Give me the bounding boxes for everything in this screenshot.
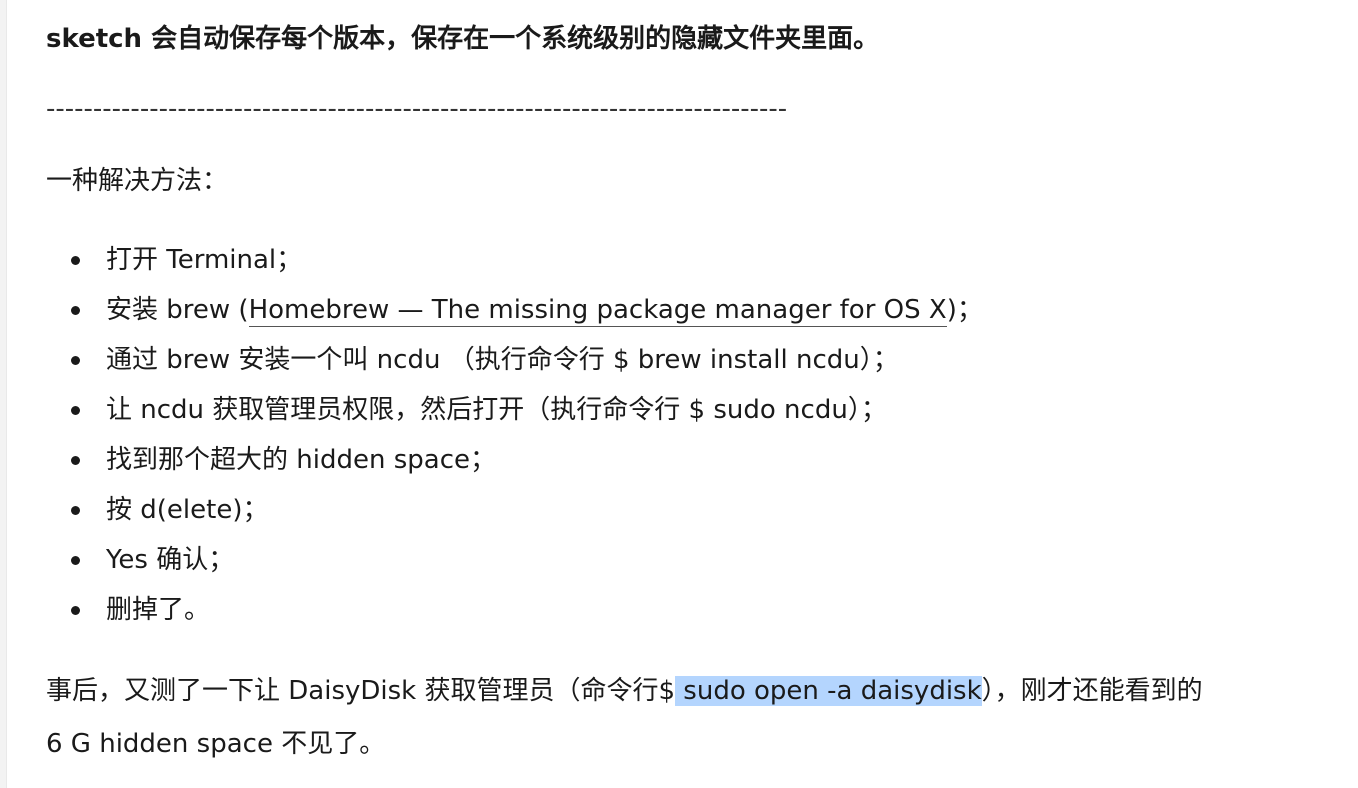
homebrew-link[interactable]: Homebrew — The missing package manager f… xyxy=(248,295,947,327)
followup-line-1: 事后，又测了一下让 DaisyDisk 获取管理员（命令行$ sudo open… xyxy=(46,665,1346,718)
bullet-icon xyxy=(71,256,80,265)
step-text-after: )； xyxy=(946,295,983,325)
bullet-icon xyxy=(71,606,80,615)
dashed-divider: ----------------------------------------… xyxy=(46,94,788,124)
list-item: 安装 brew (Homebrew — The missing package … xyxy=(46,285,983,335)
bullet-icon xyxy=(71,306,80,315)
selected-command-text[interactable]: sudo open -a daisydisk xyxy=(675,676,982,706)
step-text: Yes 确认； xyxy=(106,545,235,575)
list-item: Yes 确认； xyxy=(46,535,983,585)
step-text: 按 d(elete)； xyxy=(106,495,269,525)
left-margin-bar xyxy=(0,0,7,788)
list-item: 让 ncdu 获取管理员权限，然后打开（执行命令行 $ sudo ncdu）； xyxy=(46,385,983,435)
step-text-before: 安装 brew ( xyxy=(106,295,249,325)
followup-line-2: 6 G hidden space 不见了。 xyxy=(46,729,386,759)
step-text: 删掉了。 xyxy=(106,595,211,625)
bullet-icon xyxy=(71,356,80,365)
lead-paragraph: sketch 会自动保存每个版本，保存在一个系统级别的隐藏文件夹里面。 xyxy=(46,24,880,54)
step-text: 打开 Terminal； xyxy=(106,245,303,275)
bullet-icon xyxy=(71,556,80,565)
followup-text-before: 事后，又测了一下让 DaisyDisk 获取管理员（命令行$ xyxy=(46,676,676,706)
list-item: 按 d(elete)； xyxy=(46,485,983,535)
list-item: 删掉了。 xyxy=(46,585,983,635)
steps-list: 打开 Terminal； 安装 brew (Homebrew — The mis… xyxy=(46,235,983,635)
bullet-icon xyxy=(71,456,80,465)
list-item: 通过 brew 安装一个叫 ncdu （执行命令行 $ brew install… xyxy=(46,335,983,385)
followup-text-after: ），刚才还能看到的 xyxy=(981,676,1203,706)
bullet-icon xyxy=(71,506,80,515)
bullet-icon xyxy=(71,406,80,415)
step-text: 找到那个超大的 hidden space； xyxy=(106,445,496,475)
followup-paragraph[interactable]: 事后，又测了一下让 DaisyDisk 获取管理员（命令行$ sudo open… xyxy=(46,665,1346,771)
step-text: 让 ncdu 获取管理员权限，然后打开（执行命令行 $ sudo ncdu）； xyxy=(106,395,887,425)
step-text: 通过 brew 安装一个叫 ncdu （执行命令行 $ brew install… xyxy=(106,345,899,375)
list-item: 找到那个超大的 hidden space； xyxy=(46,435,983,485)
method-heading: 一种解决方法： xyxy=(46,166,229,196)
list-item: 打开 Terminal； xyxy=(46,235,983,285)
